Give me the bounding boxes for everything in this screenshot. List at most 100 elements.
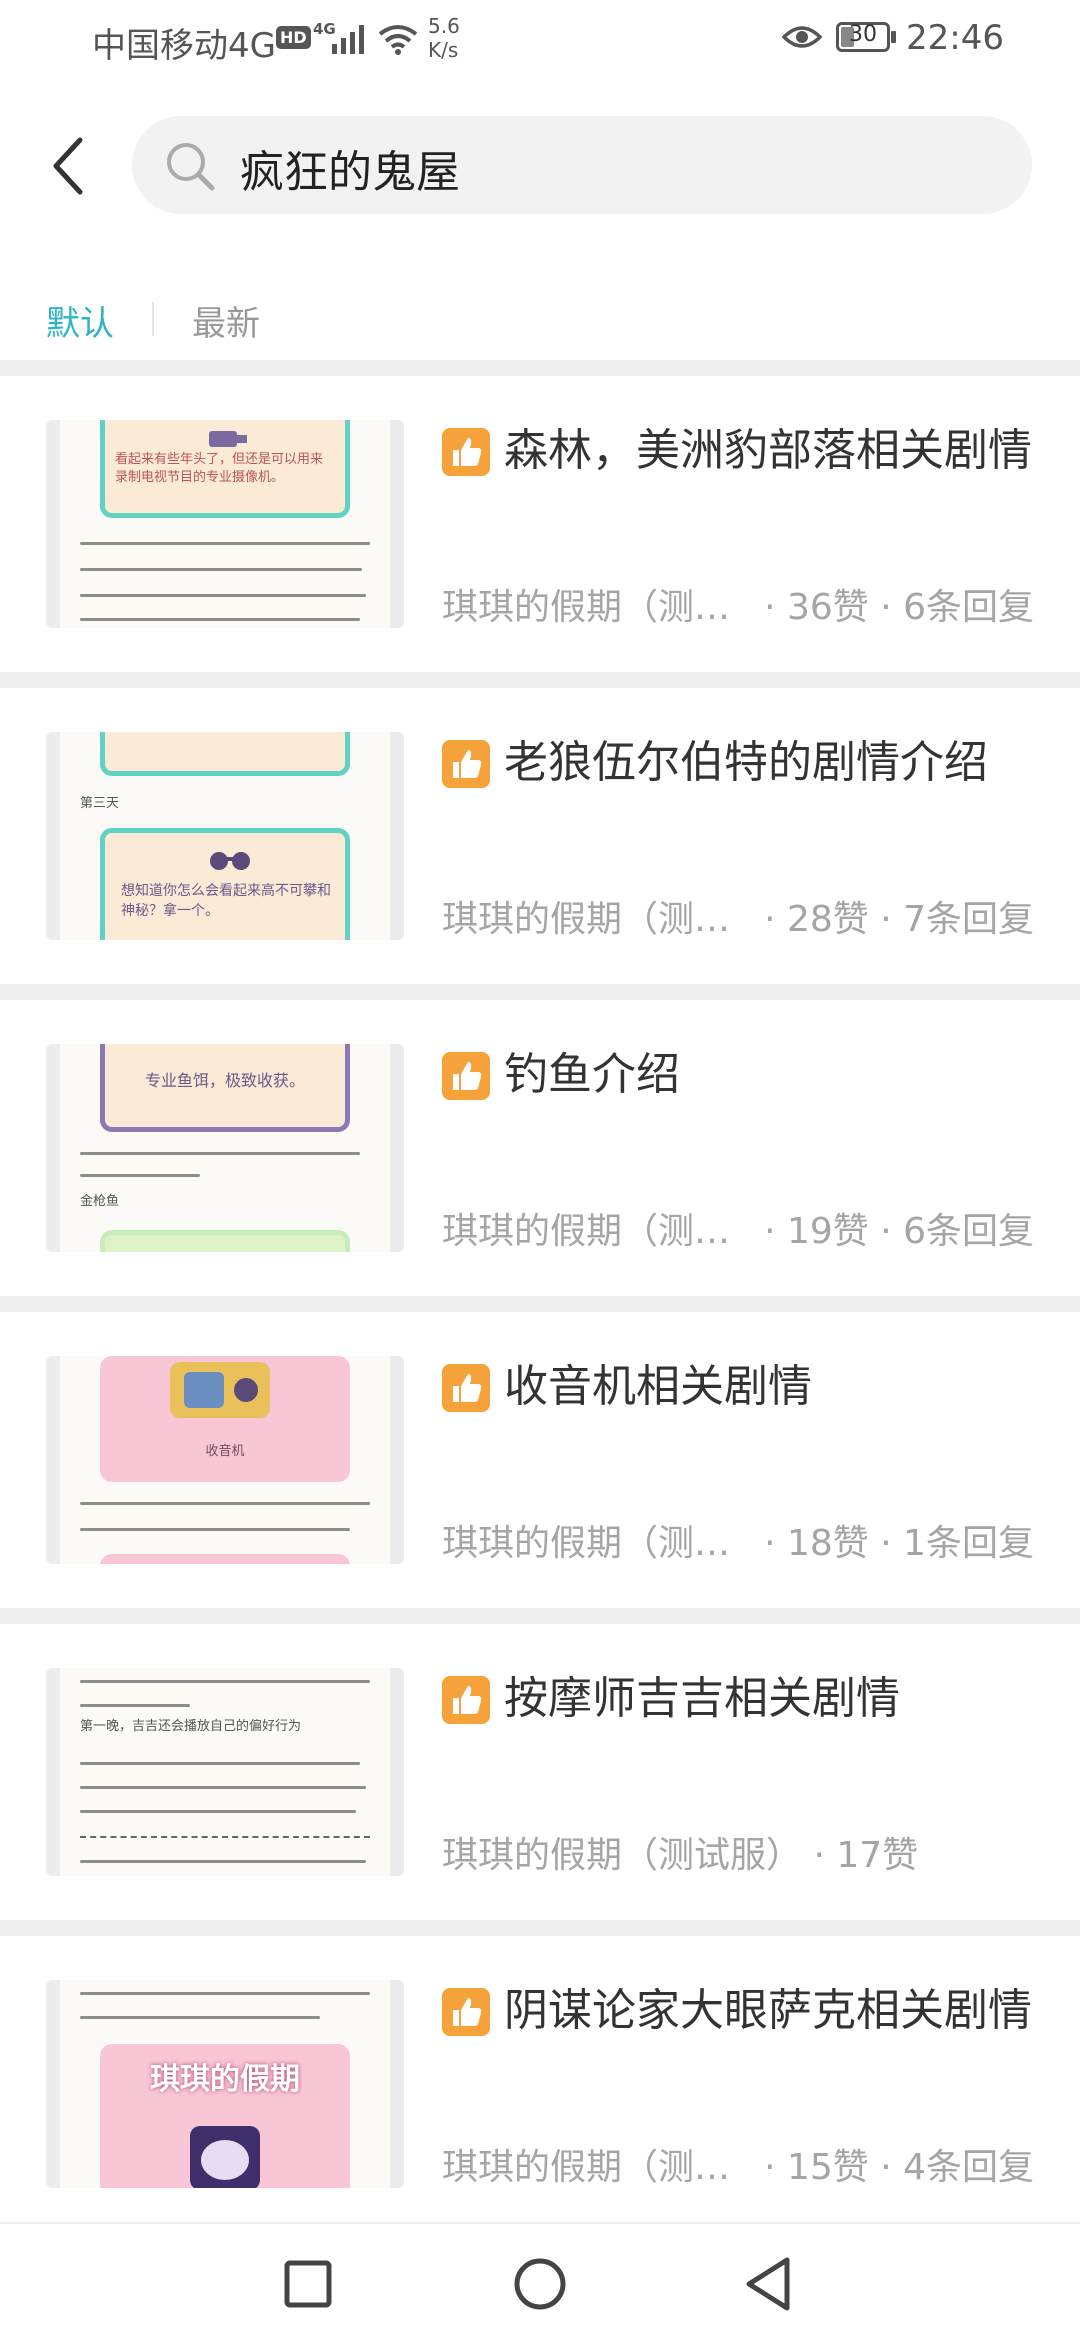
post-title-row: 阴谋论家大眼萨克相关剧情 bbox=[442, 1980, 1042, 2042]
thumbnail-caption: 想知道你怎么会看起来高不可攀和神秘？拿一个。 bbox=[121, 883, 331, 919]
thumbnail-image: 第三天 想知道你怎么会看起来高不可攀和神秘？拿一个。 bbox=[60, 732, 390, 940]
carrier-label: 中国移动4G bbox=[92, 26, 276, 66]
thumbnail-caption: 看起来有些年头了，但还是可以用来录制电视节目的专业摄像机。 bbox=[115, 452, 324, 485]
handwritten-line bbox=[80, 1528, 350, 1531]
post-source[interactable]: 琪琪的假期（测试服） bbox=[442, 578, 734, 630]
post-title[interactable]: 森林，美洲豹部落相关剧情 bbox=[442, 420, 1042, 482]
battery-tip bbox=[891, 31, 896, 43]
handwritten-line bbox=[80, 542, 370, 545]
list-item[interactable]: 收音机 收音机相关剧情 琪琪的假期（测试服） · 18赞 · 1条回复 bbox=[0, 1312, 1080, 1608]
battery-icon: 30 bbox=[836, 22, 890, 52]
sort-tabs: 默认 最新 bbox=[0, 288, 1080, 354]
tab-latest[interactable]: 最新 bbox=[192, 296, 260, 345]
handwritten-line bbox=[80, 1174, 200, 1177]
handwritten-line bbox=[80, 1786, 366, 1789]
post-stats: · 15赞 · 4条回复 bbox=[764, 2147, 1034, 2188]
post-thumbnail: 看起来有些年头了，但还是可以用来录制电视节目的专业摄像机。 bbox=[46, 420, 404, 628]
handwritten-line bbox=[80, 594, 366, 597]
post-stats: · 36赞 · 6条回复 bbox=[764, 587, 1034, 628]
list-item[interactable]: 琪琪的假期 阴谋论家大眼萨克相关剧情 琪琪的假期（测试服） · 15赞 · 4条… bbox=[0, 1936, 1080, 2232]
divider bbox=[0, 1608, 1080, 1624]
post-meta: 琪琪的假期（测试服） · 17赞 bbox=[442, 1826, 1042, 1878]
handwritten-line bbox=[80, 2016, 320, 2019]
post-meta: 琪琪的假期（测试服） · 28赞 · 7条回复 bbox=[442, 890, 1042, 942]
post-meta: 琪琪的假期（测试服） · 15赞 · 4条回复 bbox=[442, 2138, 1042, 2190]
thumbnail-card: 看起来有些年头了，但还是可以用来录制电视节目的专业摄像机。 bbox=[100, 420, 350, 518]
nav-back-button[interactable] bbox=[740, 2254, 800, 2314]
divider bbox=[0, 360, 1080, 376]
handwritten-line bbox=[80, 1762, 360, 1765]
thumbnail-caption: 收音机 bbox=[205, 1444, 245, 1459]
signal-icon bbox=[332, 25, 364, 54]
post-thumbnail: 收音机 bbox=[46, 1356, 404, 1564]
back-button[interactable] bbox=[38, 128, 98, 204]
list-item[interactable]: 第一晚，吉吉还会播放自己的偏好行为 按摩师吉吉相关剧情 琪琪的假期（测试服） ·… bbox=[0, 1624, 1080, 1920]
tab-default[interactable]: 默认 bbox=[46, 296, 114, 345]
clock: 22:46 bbox=[906, 18, 1004, 58]
thumbs-up-icon bbox=[442, 1676, 490, 1724]
divider bbox=[0, 1920, 1080, 1936]
tab-divider bbox=[152, 302, 154, 336]
post-title[interactable]: 阴谋论家大眼萨克相关剧情 bbox=[442, 1980, 1042, 2042]
post-stats: · 28赞 · 7条回复 bbox=[764, 899, 1034, 940]
thumbnail-logo-text: 琪琪的假期 bbox=[150, 2062, 300, 2097]
search-input[interactable]: 疯狂的鬼屋 bbox=[240, 136, 460, 200]
post-source[interactable]: 琪琪的假期（测试服） bbox=[442, 1514, 734, 1566]
speed-value: 5.6 bbox=[428, 14, 460, 38]
post-stats: · 17赞 bbox=[813, 1835, 919, 1876]
post-title-row: 收音机相关剧情 bbox=[442, 1356, 1042, 1418]
post-thumbnail: 第三天 想知道你怎么会看起来高不可攀和神秘？拿一个。 bbox=[46, 732, 404, 940]
thumbnail-label: 第三天 bbox=[80, 796, 120, 811]
post-title[interactable]: 按摩师吉吉相关剧情 bbox=[442, 1668, 1042, 1730]
post-source[interactable]: 琪琪的假期（测试服） bbox=[442, 1202, 734, 1254]
wifi-icon bbox=[378, 25, 418, 55]
character-icon bbox=[190, 2126, 260, 2188]
handwritten-line bbox=[80, 568, 362, 571]
handwritten-line bbox=[80, 1810, 356, 1813]
post-title[interactable]: 老狼伍尔伯特的剧情介绍 bbox=[442, 732, 1042, 794]
dashed-divider bbox=[80, 1836, 370, 1838]
home-button[interactable] bbox=[510, 2254, 570, 2314]
thumbs-up-icon bbox=[442, 1364, 490, 1412]
thumbnail-card bbox=[100, 1554, 350, 1564]
post-title[interactable]: 收音机相关剧情 bbox=[442, 1356, 1042, 1418]
post-list: 看起来有些年头了，但还是可以用来录制电视节目的专业摄像机。 森林，美洲豹部落相关… bbox=[0, 360, 1080, 2232]
post-title[interactable]: 钓鱼介绍 bbox=[442, 1044, 1042, 1106]
thumbnail-image: 专业鱼饵，极致收获。 金枪鱼 bbox=[60, 1044, 390, 1252]
circle-icon bbox=[514, 2258, 566, 2310]
eye-icon bbox=[782, 26, 822, 48]
triangle-back-icon bbox=[746, 2257, 790, 2311]
sunglasses-icon bbox=[210, 852, 250, 870]
post-title-row: 钓鱼介绍 bbox=[442, 1044, 1042, 1106]
post-title-row: 老狼伍尔伯特的剧情介绍 bbox=[442, 732, 1042, 794]
thumbs-up-icon bbox=[442, 1052, 490, 1100]
thumbs-up-icon bbox=[442, 428, 490, 476]
thumbnail-card: 收音机 bbox=[100, 1356, 350, 1482]
thumbnail-card: 想知道你怎么会看起来高不可攀和神秘？拿一个。 bbox=[100, 828, 350, 940]
post-source[interactable]: 琪琪的假期（测试服） bbox=[442, 1826, 802, 1878]
thumbnail-image: 琪琪的假期 bbox=[60, 1980, 390, 2188]
recent-apps-button[interactable] bbox=[278, 2254, 338, 2314]
thumbnail-caption: 第一晚，吉吉还会播放自己的偏好行为 bbox=[80, 1719, 302, 1734]
post-source[interactable]: 琪琪的假期（测试服） bbox=[442, 890, 734, 942]
post-source[interactable]: 琪琪的假期（测试服） bbox=[442, 2138, 734, 2190]
post-title-row: 森林，美洲豹部落相关剧情 bbox=[442, 420, 1042, 482]
divider bbox=[0, 1296, 1080, 1312]
post-thumbnail: 琪琪的假期 bbox=[46, 1980, 404, 2188]
post-stats: · 18赞 · 1条回复 bbox=[764, 1523, 1034, 1564]
hd-badge: HD bbox=[276, 26, 311, 49]
divider bbox=[0, 984, 1080, 1000]
list-item[interactable]: 第三天 想知道你怎么会看起来高不可攀和神秘？拿一个。 老狼伍尔伯特的剧情介绍 琪… bbox=[0, 688, 1080, 984]
camera-icon bbox=[209, 431, 247, 447]
post-thumbnail: 专业鱼饵，极致收获。 金枪鱼 bbox=[46, 1044, 404, 1252]
list-item[interactable]: 看起来有些年头了，但还是可以用来录制电视节目的专业摄像机。 森林，美洲豹部落相关… bbox=[0, 376, 1080, 672]
search-bar[interactable]: 疯狂的鬼屋 bbox=[132, 116, 1032, 214]
handwritten-line bbox=[80, 1680, 370, 1683]
post-meta: 琪琪的假期（测试服） · 36赞 · 6条回复 bbox=[442, 578, 1042, 630]
speed-unit: K/s bbox=[428, 38, 459, 62]
thumbnail-card bbox=[100, 1230, 350, 1252]
handwritten-line bbox=[80, 618, 360, 621]
battery-percent: 30 bbox=[849, 22, 877, 47]
list-item[interactable]: 专业鱼饵，极致收获。 金枪鱼 钓鱼介绍 琪琪的假期（测试服） · 19赞 · 6… bbox=[0, 1000, 1080, 1296]
handwritten-line bbox=[80, 1502, 370, 1505]
